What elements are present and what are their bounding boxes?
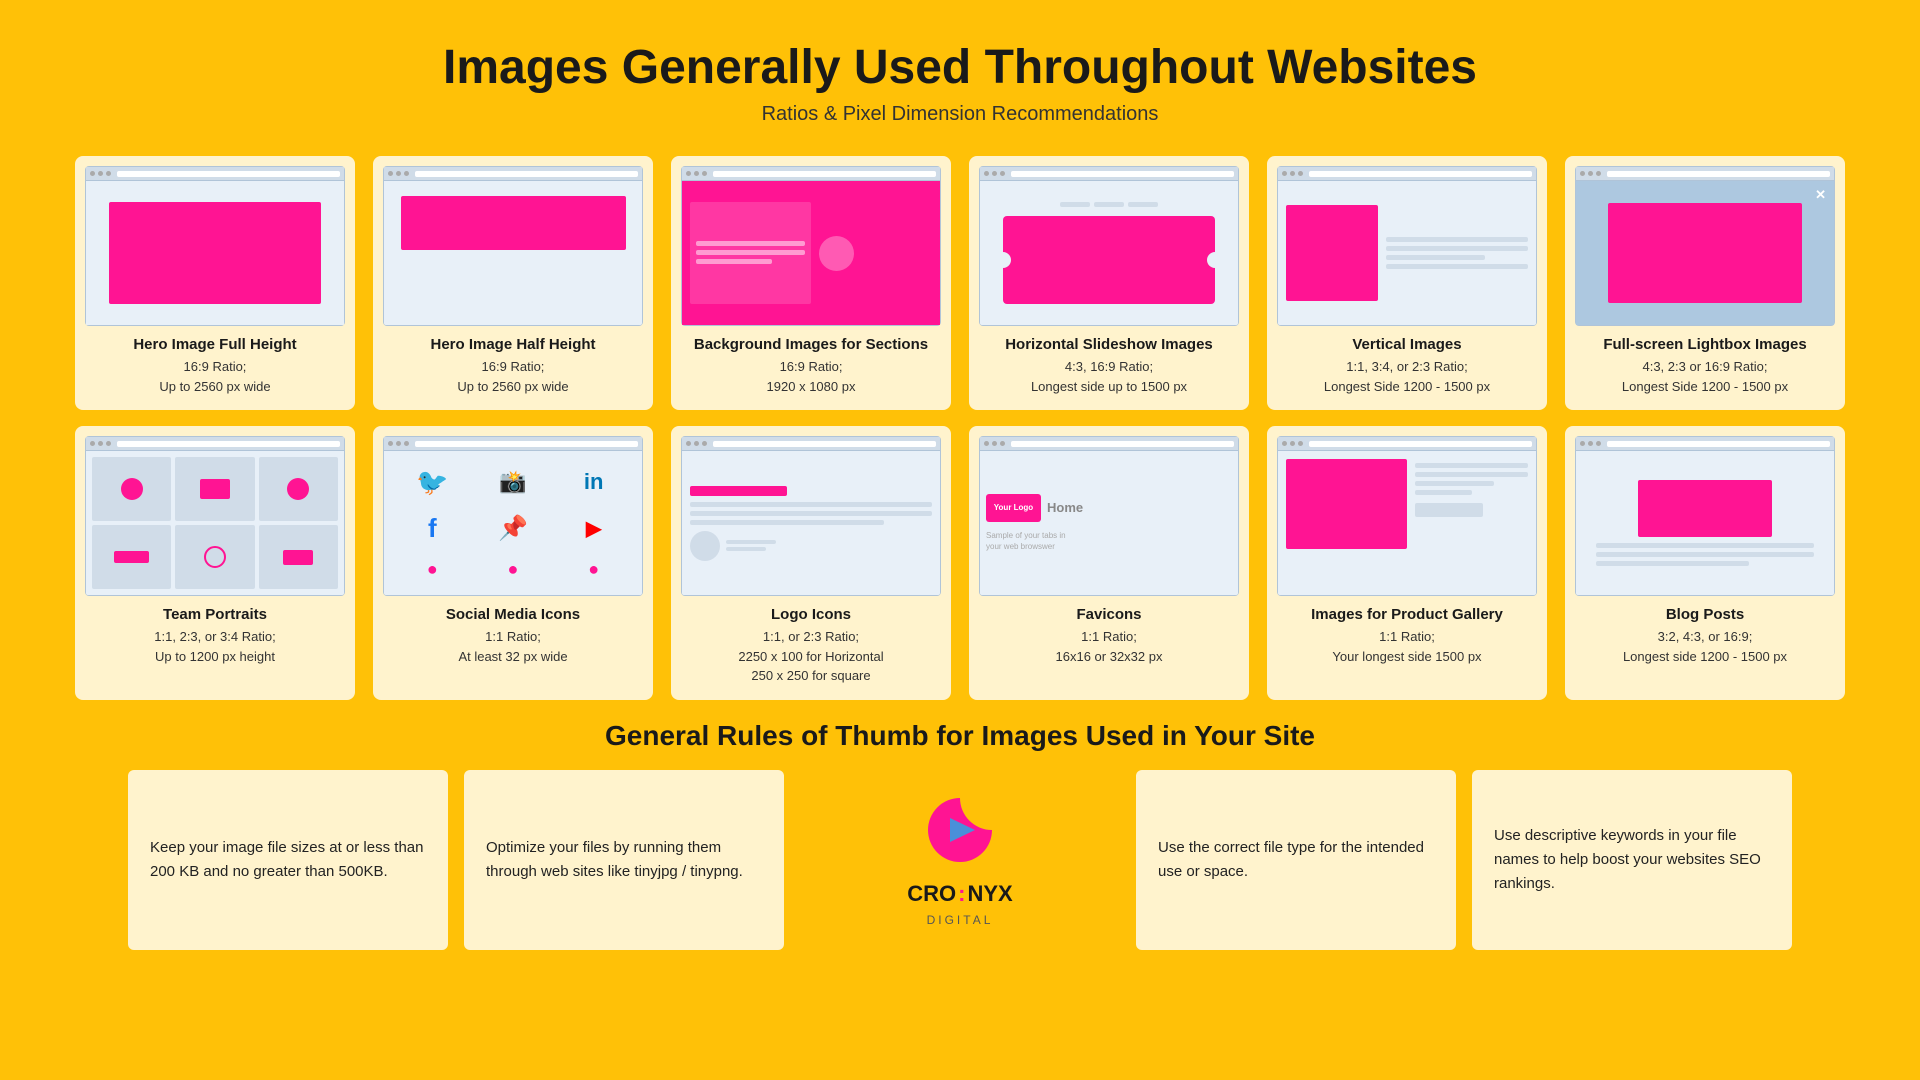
card-title-hero-half: Hero Image Half Height xyxy=(430,336,595,353)
facebook-icon: f xyxy=(428,513,437,544)
card-desc-hero-half: 16:9 Ratio; Up to 2560 px wide xyxy=(457,357,568,396)
card-title-blog-posts: Blog Posts xyxy=(1666,606,1744,623)
page-title: Images Generally Used Throughout Website… xyxy=(60,40,1860,95)
tip-text-3: Use the correct file type for the intend… xyxy=(1158,836,1434,884)
card-desc-logo-icons: 1:1, or 2:3 Ratio; 2250 x 100 for Horizo… xyxy=(738,627,883,686)
card-img-team-portraits xyxy=(85,436,345,596)
card-title-lightbox: Full-screen Lightbox Images xyxy=(1603,336,1806,353)
card-title-product-gallery: Images for Product Gallery xyxy=(1311,606,1503,623)
cronyx-sub: DIGITAL xyxy=(927,911,994,930)
linkedin-icon: in xyxy=(584,469,604,495)
card-desc-bg-sections: 16:9 Ratio; 1920 x 1080 px xyxy=(767,357,856,396)
card-img-vertical xyxy=(1277,166,1537,326)
card-desc-blog-posts: 3:2, 4:3, or 16:9; Longest side 1200 - 1… xyxy=(1623,627,1787,666)
card-title-vertical: Vertical Images xyxy=(1352,336,1461,353)
cronyx-colon: : xyxy=(958,876,965,911)
card-img-favicons: Your Logo Home Sample of your tabs inyou… xyxy=(979,436,1239,596)
tip-card-1: Keep your image file sizes at or less th… xyxy=(128,770,448,950)
extra-icon-2: ● xyxy=(508,559,519,580)
card-slideshow: Horizontal Slideshow Images 4:3, 16:9 Ra… xyxy=(969,156,1249,410)
card-img-bg-sections xyxy=(681,166,941,326)
pinterest-icon: 📌 xyxy=(498,514,528,543)
tip-card-3: Use the correct file type for the intend… xyxy=(1136,770,1456,950)
tip-text-2: Optimize your files by running them thro… xyxy=(486,836,762,884)
twitter-icon: 🐦 xyxy=(416,467,448,498)
card-logo-icons: Logo Icons 1:1, or 2:3 Ratio; 2250 x 100… xyxy=(671,426,951,700)
tip-text-4: Use descriptive keywords in your file na… xyxy=(1494,824,1770,896)
card-team-portraits: Team Portraits 1:1, 2:3, or 3:4 Ratio; U… xyxy=(75,426,355,700)
cronyx-logo: CRO : NYX DIGITAL xyxy=(800,770,1120,950)
card-title-team-portraits: Team Portraits xyxy=(163,606,267,623)
card-blog-posts: Blog Posts 3:2, 4:3, or 16:9; Longest si… xyxy=(1565,426,1845,700)
card-favicons: Your Logo Home Sample of your tabs inyou… xyxy=(969,426,1249,700)
card-title-hero-full: Hero Image Full Height xyxy=(133,336,296,353)
bottom-section: General Rules of Thumb for Images Used i… xyxy=(60,720,1860,950)
card-img-blog-posts xyxy=(1575,436,1835,596)
card-desc-team-portraits: 1:1, 2:3, or 3:4 Ratio; Up to 1200 px he… xyxy=(154,627,275,666)
instagram-icon: 📸 xyxy=(499,469,526,495)
card-hero-full: Hero Image Full Height 16:9 Ratio; Up to… xyxy=(75,156,355,410)
page-subtitle: Ratios & Pixel Dimension Recommendations xyxy=(60,103,1860,126)
extra-icon-1: ● xyxy=(427,559,438,580)
tip-card-4: Use descriptive keywords in your file na… xyxy=(1472,770,1792,950)
card-desc-lightbox: 4:3, 2:3 or 16:9 Ratio; Longest Side 120… xyxy=(1622,357,1788,396)
card-social-media: 🐦 📸 in f 📌 ▶ ● ● ● Social Media Icons 1:… xyxy=(373,426,653,700)
card-img-hero-full xyxy=(85,166,345,326)
card-hero-half: Hero Image Half Height 16:9 Ratio; Up to… xyxy=(373,156,653,410)
card-img-lightbox: ✕ xyxy=(1575,166,1835,326)
card-vertical: Vertical Images 1:1, 3:4, or 2:3 Ratio; … xyxy=(1267,156,1547,410)
cronyx-logo-icon xyxy=(920,790,1000,870)
card-desc-product-gallery: 1:1 Ratio; Your longest side 1500 px xyxy=(1332,627,1481,666)
extra-icon-3: ● xyxy=(588,559,599,580)
tip-text-1: Keep your image file sizes at or less th… xyxy=(150,836,426,884)
card-lightbox: ✕ Full-screen Lightbox Images 4:3, 2:3 o… xyxy=(1565,156,1845,410)
card-img-hero-half xyxy=(383,166,643,326)
card-title-social-media: Social Media Icons xyxy=(446,606,580,623)
card-title-bg-sections: Background Images for Sections xyxy=(694,336,928,353)
card-img-social-media: 🐦 📸 in f 📌 ▶ ● ● ● xyxy=(383,436,643,596)
card-title-slideshow: Horizontal Slideshow Images xyxy=(1005,336,1213,353)
bottom-title: General Rules of Thumb for Images Used i… xyxy=(60,720,1860,752)
card-desc-hero-full: 16:9 Ratio; Up to 2560 px wide xyxy=(159,357,270,396)
tip-card-2: Optimize your files by running them thro… xyxy=(464,770,784,950)
card-title-favicons: Favicons xyxy=(1076,606,1141,623)
card-row-1: Hero Image Full Height 16:9 Ratio; Up to… xyxy=(60,156,1860,410)
card-row-2: Team Portraits 1:1, 2:3, or 3:4 Ratio; U… xyxy=(60,426,1860,700)
bottom-cards: Keep your image file sizes at or less th… xyxy=(60,770,1860,950)
card-title-logo-icons: Logo Icons xyxy=(771,606,851,623)
card-product-gallery: Images for Product Gallery 1:1 Ratio; Yo… xyxy=(1267,426,1547,700)
card-img-slideshow xyxy=(979,166,1239,326)
card-bg-sections: Background Images for Sections 16:9 Rati… xyxy=(671,156,951,410)
youtube-icon: ▶ xyxy=(586,516,601,541)
card-desc-vertical: 1:1, 3:4, or 2:3 Ratio; Longest Side 120… xyxy=(1324,357,1490,396)
card-desc-favicons: 1:1 Ratio; 16x16 or 32x32 px xyxy=(1056,627,1163,666)
card-img-product-gallery xyxy=(1277,436,1537,596)
cronyx-name-cro: CRO xyxy=(907,876,956,911)
card-img-logo-icons xyxy=(681,436,941,596)
card-desc-social-media: 1:1 Ratio; At least 32 px wide xyxy=(458,627,567,666)
card-desc-slideshow: 4:3, 16:9 Ratio; Longest side up to 1500… xyxy=(1031,357,1187,396)
cronyx-name-nyx: NYX xyxy=(967,876,1012,911)
